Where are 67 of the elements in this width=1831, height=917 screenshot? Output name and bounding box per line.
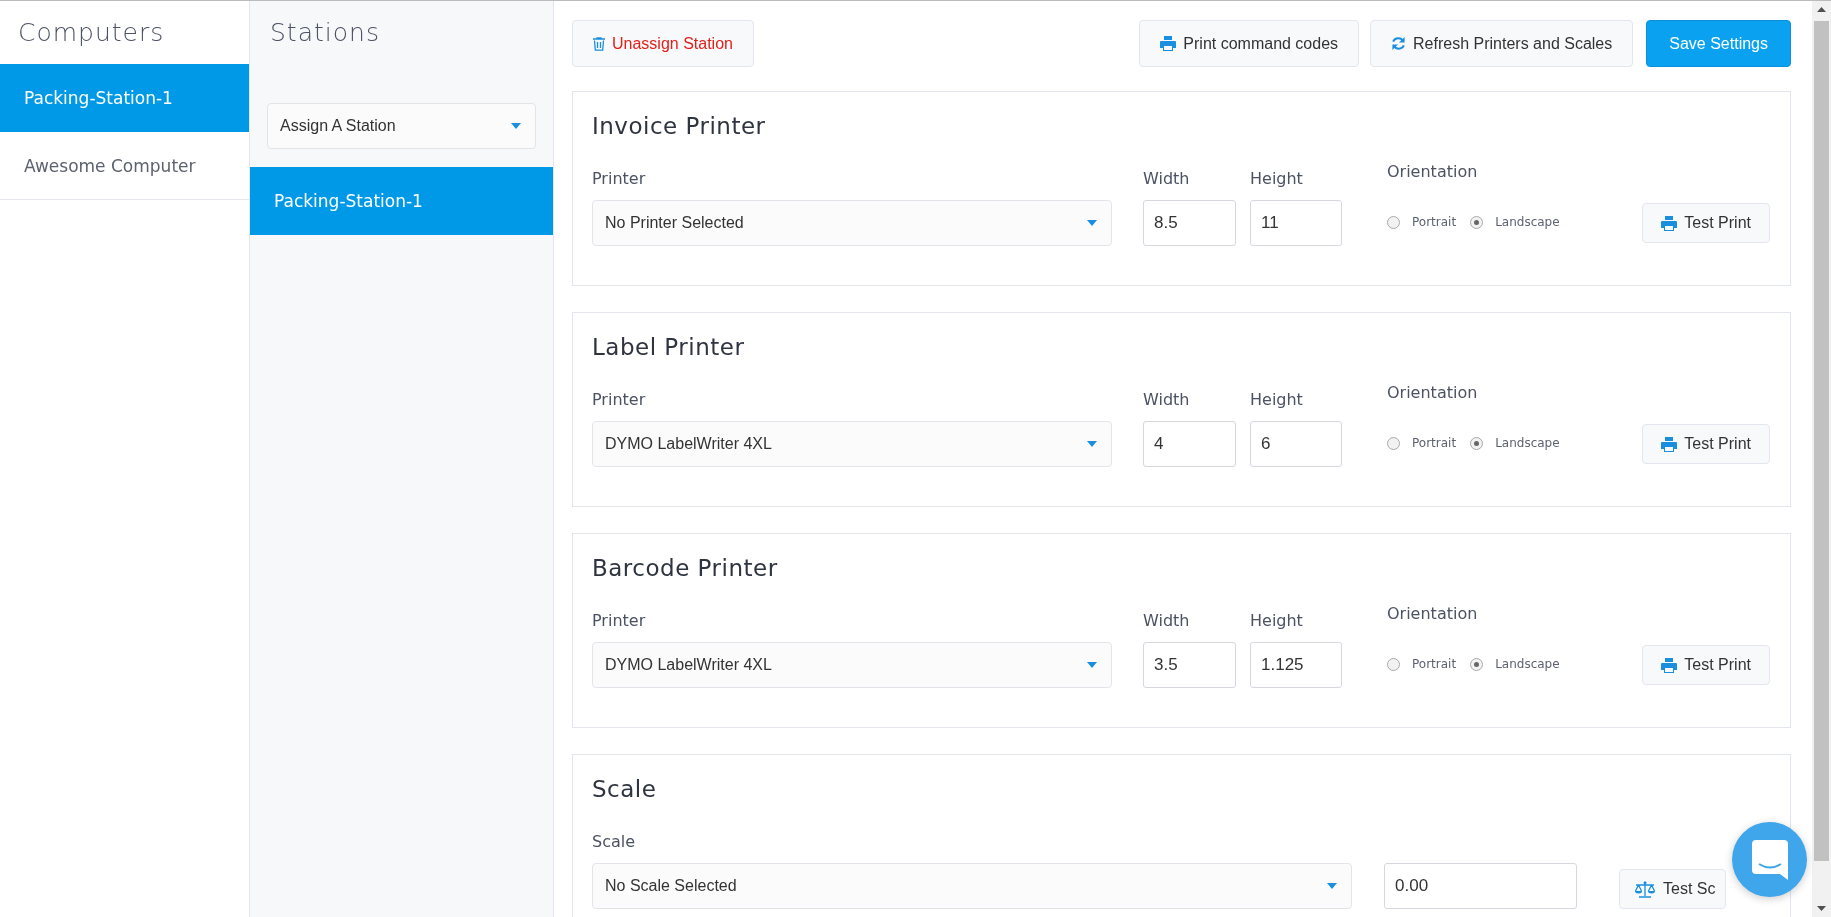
field-label: Orientation <box>1387 162 1479 181</box>
height-input[interactable]: 6 <box>1250 421 1342 467</box>
toolbar-button[interactable]: Refresh Printers and Scales <box>1370 20 1634 67</box>
unassign-station-button[interactable]: Unassign Station <box>572 20 754 67</box>
radio-option[interactable]: Portrait <box>1387 436 1457 450</box>
field-label: Printer <box>592 611 647 630</box>
radio-option[interactable]: Landscape <box>1470 657 1560 671</box>
field-label: Orientation <box>1387 383 1479 402</box>
field-label: Height <box>1250 169 1304 188</box>
card-title: Scale <box>592 776 657 802</box>
printer-icon <box>1661 436 1678 452</box>
printer-icon <box>1661 657 1678 673</box>
trash-icon <box>593 36 605 51</box>
radio-option[interactable]: Portrait <box>1387 657 1457 671</box>
scale-reading-input[interactable]: 0.00 <box>1384 863 1577 909</box>
radio-button[interactable] <box>1387 657 1400 671</box>
field-label: Width <box>1143 611 1191 630</box>
width-input[interactable]: 4 <box>1143 421 1236 467</box>
panel-title: Stations <box>270 18 380 47</box>
radio-button[interactable] <box>1470 657 1484 671</box>
scroll-up-arrow-icon[interactable] <box>1817 7 1826 12</box>
test-print-button[interactable]: Test Print <box>1642 203 1770 243</box>
field-label: Printer <box>592 169 647 188</box>
card-title: Barcode Printer <box>592 555 778 581</box>
field-label: Width <box>1143 169 1191 188</box>
field-label: Scale <box>592 832 637 851</box>
field-label: Height <box>1250 390 1304 409</box>
radio-button[interactable] <box>1470 436 1484 450</box>
caret-icon <box>1087 220 1097 226</box>
width-input[interactable]: 3.5 <box>1143 642 1236 688</box>
printer-select[interactable]: No Printer Selected <box>592 200 1112 246</box>
computer-item[interactable]: Awesome Computer <box>0 132 249 200</box>
card-title: Label Printer <box>592 334 745 360</box>
card-title: Invoice Printer <box>592 113 766 139</box>
printer-select[interactable]: DYMO LabelWriter 4XL <box>592 642 1112 688</box>
toolbar-button[interactable]: Print command codes <box>1139 20 1360 67</box>
height-input[interactable]: 1.125 <box>1250 642 1342 688</box>
test-print-button[interactable]: Test Print <box>1642 645 1770 685</box>
height-input[interactable]: 11 <box>1250 200 1342 246</box>
test-scale-button[interactable]: Test Sc <box>1619 869 1727 909</box>
radio-option[interactable]: Landscape <box>1470 436 1560 450</box>
field-label: Height <box>1250 611 1304 630</box>
scale-select[interactable]: No Scale Selected <box>592 863 1352 909</box>
caret-icon <box>1087 662 1097 668</box>
refresh-icon <box>1391 36 1407 51</box>
assign-station-select[interactable]: Assign A Station <box>267 103 536 149</box>
caret-icon <box>511 123 521 129</box>
width-input[interactable]: 8.5 <box>1143 200 1236 246</box>
scrollbar[interactable] <box>1812 1 1831 917</box>
printer-icon <box>1661 215 1678 231</box>
radio-option[interactable]: Landscape <box>1470 215 1560 229</box>
panel-title: Computers <box>18 18 165 47</box>
field-label: Width <box>1143 390 1191 409</box>
radio-button[interactable] <box>1470 215 1484 229</box>
printer-icon <box>1160 36 1177 51</box>
field-label: Printer <box>592 390 647 409</box>
radio-button[interactable] <box>1387 436 1400 450</box>
caret-icon <box>1087 441 1097 447</box>
test-print-button[interactable]: Test Print <box>1642 424 1770 464</box>
caret-icon <box>1327 883 1337 889</box>
printer-select[interactable]: DYMO LabelWriter 4XL <box>592 421 1112 467</box>
scroll-down-arrow-icon[interactable] <box>1817 906 1826 911</box>
balance-scale-icon <box>1634 880 1656 898</box>
radio-option[interactable]: Portrait <box>1387 215 1457 229</box>
field-label: Orientation <box>1387 604 1479 623</box>
chat-bubble-icon <box>1751 839 1788 880</box>
radio-button[interactable] <box>1387 215 1400 229</box>
